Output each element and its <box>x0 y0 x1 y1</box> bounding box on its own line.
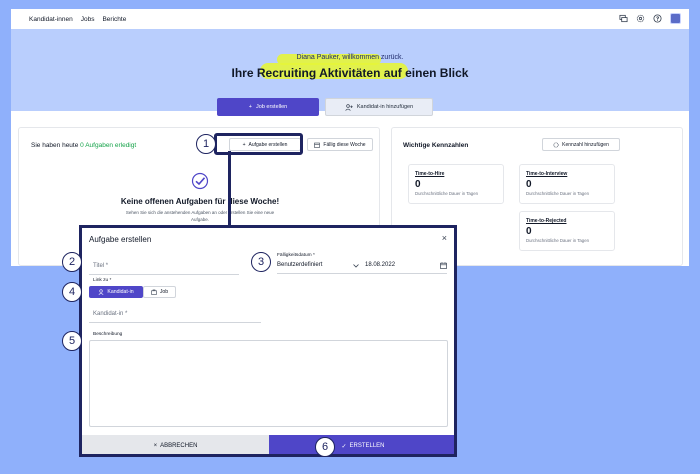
step-badge-6: 6 <box>315 437 335 457</box>
link-job-toggle[interactable]: Job <box>143 286 176 298</box>
link-to-label: Link zu * <box>93 278 112 283</box>
kpi-time-to-rejected[interactable]: Time-to-Rejected 0 Durchschnittliche Dau… <box>519 211 615 251</box>
briefcase-icon <box>151 289 157 295</box>
nav-candidates[interactable]: Kandidat-innen <box>29 16 73 23</box>
empty-tasks-title: Keine offenen Aufgaben für diese Woche! <box>120 197 280 206</box>
tasks-done-count: 0 Aufgaben erledigt <box>80 142 137 149</box>
nav-jobs[interactable]: Jobs <box>81 16 95 23</box>
step-badge-3: 3 <box>251 252 271 272</box>
add-kpi-label: Kennzahl hinzufügen <box>562 141 609 148</box>
link-job-label: Job <box>159 289 169 295</box>
kpi-description: Durchschnittliche Dauer in Tagen <box>526 238 589 243</box>
title-input[interactable]: Titel * <box>93 263 108 269</box>
calendar-icon[interactable] <box>440 262 447 269</box>
kpi-description: Durchschnittliche Dauer in Tagen <box>415 191 478 196</box>
link-candidate-toggle[interactable]: Kandidat-in <box>89 286 143 298</box>
title-input-underline <box>89 274 239 275</box>
due-date-input[interactable]: 18.08.2022 <box>365 262 395 268</box>
callout-highlight-box <box>214 133 303 155</box>
due-option-select[interactable]: Benutzerdefiniert <box>277 262 322 268</box>
cancel-button[interactable]: × ABBRECHEN <box>82 435 269 454</box>
kpi-title: Wichtige Kennzahlen <box>403 142 469 149</box>
kpi-value: 0 <box>415 179 421 190</box>
chat-icon[interactable] <box>619 14 628 23</box>
kpi-value: 0 <box>526 226 532 237</box>
callout-connector <box>228 151 231 226</box>
step-badge-4: 4 <box>62 282 82 302</box>
due-date-label: Fälligkeitsdatum * <box>277 253 315 258</box>
help-icon[interactable] <box>653 14 662 23</box>
description-textarea[interactable] <box>89 340 448 427</box>
create-label: ERSTELLEN <box>349 443 385 449</box>
page-headline: Ihre Recruiting Aktivitäten auf einen Bl… <box>231 66 469 80</box>
link-candidate-label: Kandidat-in <box>107 289 134 295</box>
due-date-underline <box>277 273 447 274</box>
kpi-time-to-hire[interactable]: Time-to-Hire 0 Durchschnittliche Dauer i… <box>408 164 504 204</box>
add-candidate-label: Kandidat-in hinzufügen <box>356 104 414 110</box>
plus-icon: + <box>248 104 253 110</box>
welcome-greeting: Diana Pauker, willkommen zurück. <box>296 54 404 61</box>
add-candidate-button[interactable]: Kandidat-in hinzufügen <box>325 98 433 116</box>
candidate-input-underline <box>89 322 261 323</box>
candidate-input[interactable]: Kandidat-in * <box>93 311 127 317</box>
create-job-label: Job erstellen <box>256 104 288 110</box>
tasks-summary-prefix: Sie haben heute <box>31 142 81 149</box>
check-icon: ✓ <box>341 443 347 450</box>
user-icon <box>98 289 104 295</box>
due-this-week-button[interactable]: Fällig diese Woche <box>307 138 373 151</box>
kpi-description: Durchschnittliche Dauer in Tagen <box>526 191 589 196</box>
empty-tasks-subtitle: Sehen Sie sich die anstehenden Aufgaben … <box>125 210 275 222</box>
description-label: Beschreibung <box>93 332 123 337</box>
step-badge-1: 1 <box>196 134 216 154</box>
top-navigation: Kandidat-innen Jobs Berichte <box>11 9 689 29</box>
user-avatar[interactable] <box>670 13 681 24</box>
modal-title: Aufgabe erstellen <box>89 235 152 244</box>
calendar-icon <box>314 142 321 148</box>
add-kpi-button[interactable]: Kennzahl hinzufügen <box>542 138 620 151</box>
user-plus-icon <box>345 103 353 111</box>
kpi-value: 0 <box>526 179 532 190</box>
kpi-time-to-interview[interactable]: Time-to-Interview 0 Durchschnittliche Da… <box>519 164 615 204</box>
due-this-week-label: Fällig diese Woche <box>323 141 366 148</box>
chevron-down-icon <box>353 264 359 268</box>
kpi-label: Time-to-Hire <box>415 171 445 177</box>
kpi-label: Time-to-Rejected <box>526 218 567 224</box>
gear-icon[interactable] <box>636 14 645 23</box>
tasks-summary: Sie haben heute 0 Aufgaben erledigt <box>31 142 136 149</box>
close-icon: × <box>153 443 158 449</box>
step-badge-5: 5 <box>62 331 82 351</box>
close-icon[interactable]: × <box>442 233 447 243</box>
create-button[interactable]: ✓ ERSTELLEN <box>269 435 454 454</box>
nav-reports[interactable]: Berichte <box>102 16 126 23</box>
step-badge-2: 2 <box>62 252 82 272</box>
create-job-button[interactable]: + Job erstellen <box>217 98 319 116</box>
top-icon-group <box>619 13 681 24</box>
checkmark-icon <box>191 172 209 190</box>
cancel-label: ABBRECHEN <box>160 443 198 449</box>
kpi-label: Time-to-Interview <box>526 171 568 177</box>
gear-icon <box>553 141 559 148</box>
